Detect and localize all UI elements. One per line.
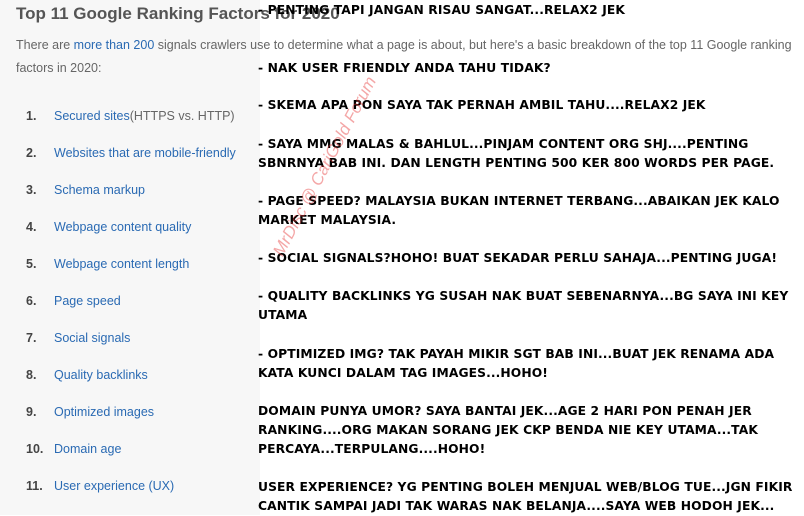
factor-link[interactable]: Webpage content quality: [54, 220, 191, 234]
comment-line: - SKEMA APA PON SAYA TAK PERNAH AMBIL TA…: [258, 98, 706, 112]
factor-number: 9.: [26, 404, 37, 419]
factor-number: 3.: [26, 182, 37, 197]
factor-number: 11.: [26, 478, 43, 493]
factor-number: 10.: [26, 441, 44, 456]
comment-line: - NAK USER FRIENDLY ANDA TAHU TIDAK?: [258, 61, 551, 75]
factor-link[interactable]: Secured sites: [54, 109, 130, 123]
factor-number: 1.: [26, 108, 37, 123]
factor-item: 10. Domain age: [26, 430, 236, 467]
more-than-200-link[interactable]: more than 200: [74, 38, 155, 52]
factor-link[interactable]: Optimized images: [54, 405, 154, 419]
factor-link[interactable]: Social signals: [54, 331, 130, 345]
factor-item: 5. Webpage content length: [26, 245, 236, 282]
comment-line: KATA KUNCI DALAM TAG IMAGES...HOHO!: [258, 366, 549, 380]
factor-link[interactable]: User experience (UX): [54, 479, 174, 493]
factor-item: 1. Secured sites (HTTPS vs. HTTP): [26, 97, 236, 134]
comment-line: USER EXPERIENCE? YG PENTING BOLEH MENJUA…: [258, 480, 793, 494]
comment-line: - PAGE SPEED? MALAYSIA BUKAN INTERNET TE…: [258, 194, 780, 208]
intro-post: signals crawlers use to determine what a…: [154, 38, 792, 52]
factor-number: 4.: [26, 219, 37, 234]
comment-line: DOMAIN PUNYA UMOR? SAYA BANTAI JEK...AGE…: [258, 404, 752, 418]
factor-link[interactable]: Websites that are mobile-friendly: [54, 146, 236, 160]
factor-link[interactable]: Quality backlinks: [54, 368, 148, 382]
factor-number: 8.: [26, 367, 37, 382]
factor-item: 8. Quality backlinks: [26, 356, 236, 393]
factor-item: 3. Schema markup: [26, 171, 236, 208]
factor-item: 6. Page speed: [26, 282, 236, 319]
factor-number: 6.: [26, 293, 37, 308]
comment-line: PERCAYA...TERPULANG....HOHO!: [258, 442, 486, 456]
factor-item: 9. Optimized images: [26, 393, 236, 430]
factor-item: 2. Websites that are mobile-friendly: [26, 134, 236, 171]
factor-link[interactable]: Domain age: [54, 442, 121, 456]
factor-suffix: (HTTPS vs. HTTP): [129, 108, 235, 123]
factor-item: 4. Webpage content quality: [26, 208, 236, 245]
comment-line: - PENTING TAPI JANGAN RISAU SANGAT...REL…: [258, 3, 626, 17]
factor-link[interactable]: Page speed: [54, 294, 121, 308]
factor-link[interactable]: Schema markup: [54, 183, 145, 197]
comment-line: - SOCIAL SIGNALS?HOHO! BUAT SEKADAR PERL…: [258, 251, 778, 265]
comment-line: RANKING....ORG MAKAN SORANG JEK CKP BEND…: [258, 423, 758, 437]
comment-line: UTAMA: [258, 308, 308, 322]
intro-pre: There are: [16, 38, 74, 52]
comment-line: - OPTIMIZED IMG? TAK PAYAH MIKIR SGT BAB…: [258, 347, 775, 361]
factor-item: 11. User experience (UX): [26, 467, 236, 504]
ranking-factor-list: 1. Secured sites (HTTPS vs. HTTP) 2. Websi…: [26, 97, 236, 504]
comment-line: - QUALITY BACKLINKS YG SUSAH NAK BUAT SE…: [258, 289, 789, 303]
comment-line: CANTIK SAMPAI JADI TAK WARAS NAK BELANJA…: [258, 499, 775, 513]
factor-link[interactable]: Webpage content length: [54, 257, 189, 271]
factor-number: 2.: [26, 145, 37, 160]
factor-number: 7.: [26, 330, 37, 345]
factor-item: 7. Social signals: [26, 319, 236, 356]
intro-line-1: There are more than 200 signals crawlers…: [16, 34, 802, 57]
comment-line: MARKET MALAYSIA.: [258, 213, 397, 227]
factor-number: 5.: [26, 256, 37, 271]
